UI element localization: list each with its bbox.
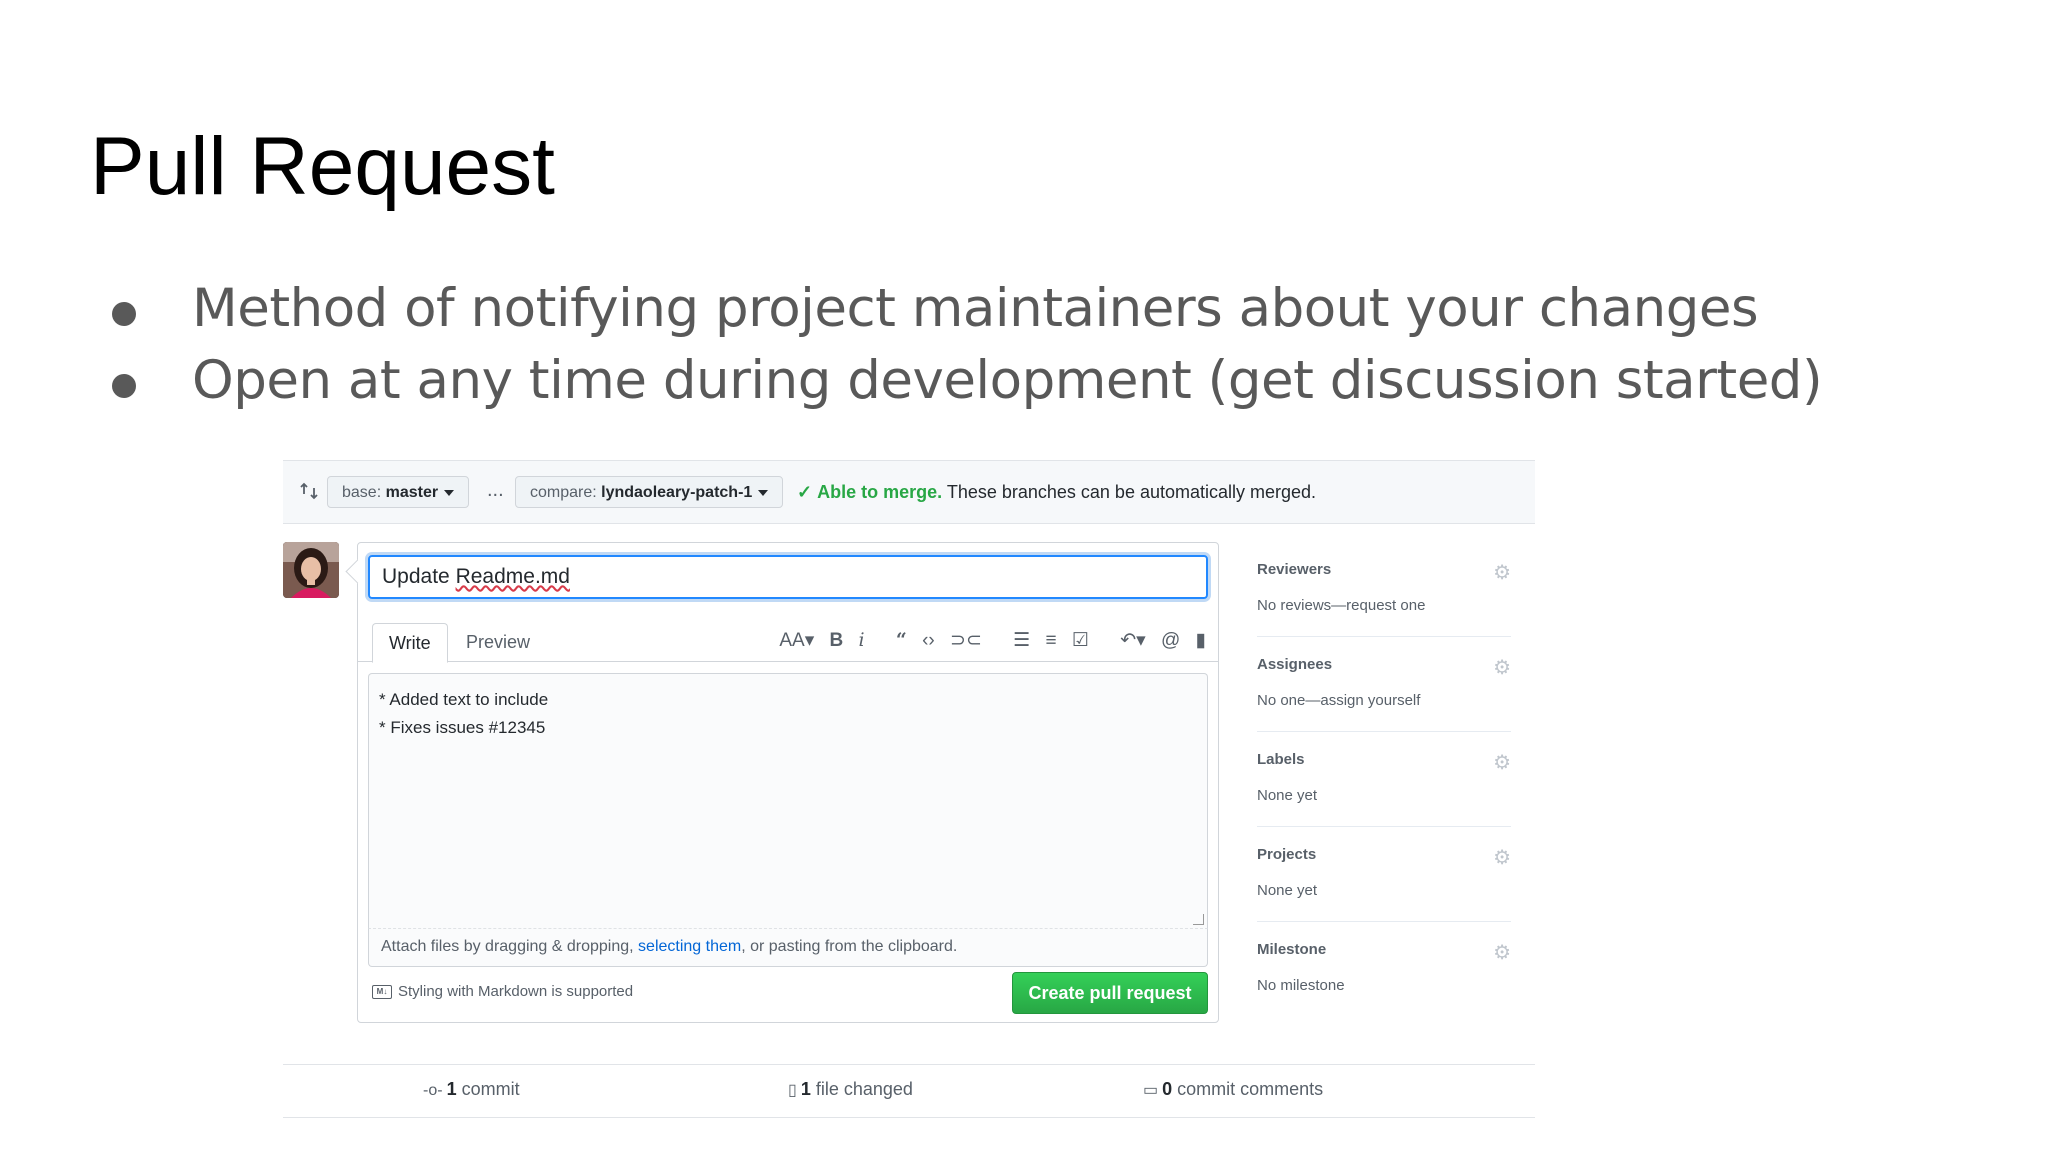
mention-icon[interactable]: @ xyxy=(1161,630,1180,652)
discussion-sidebar: Reviewers No reviews—request one ⚙ Assig… xyxy=(1257,542,1511,1016)
code-icon[interactable]: ‹› xyxy=(922,630,935,652)
base-prefix: base: xyxy=(342,484,386,501)
italic-icon[interactable]: i xyxy=(859,629,865,651)
commits-stat[interactable]: -o- 1 commit xyxy=(423,1079,520,1100)
slide-title: Pull Request xyxy=(90,121,555,212)
title-input[interactable]: Update Readme.md xyxy=(368,555,1208,599)
gear-icon[interactable]: ⚙ xyxy=(1493,750,1511,775)
commits-count: 1 xyxy=(446,1079,457,1099)
sidebar-section-milestone: Milestone No milestone ⚙ xyxy=(1257,922,1511,1016)
reply-icon[interactable]: ↶▾ xyxy=(1120,629,1145,652)
sidebar-section-reviewers: Reviewers No reviews—request one ⚙ xyxy=(1257,542,1511,637)
files-count: 1 xyxy=(800,1079,811,1099)
sidebar-value: No milestone xyxy=(1257,977,1345,994)
body-line: * Fixes issues #12345 xyxy=(379,718,546,737)
sidebar-value[interactable]: No one—assign yourself xyxy=(1257,692,1420,709)
sidebar-section-assignees: Assignees No one—assign yourself ⚙ xyxy=(1257,637,1511,732)
compare-arrows-icon xyxy=(299,481,319,501)
merge-status: ✓ Able to merge. These branches can be a… xyxy=(797,482,1316,503)
avatar[interactable] xyxy=(283,542,339,598)
compare-branch-select[interactable]: compare: lyndaoleary-patch-1 xyxy=(515,476,784,508)
check-icon: ✓ xyxy=(797,482,813,502)
sidebar-value[interactable]: No reviews—request one xyxy=(1257,597,1425,614)
title-input-word-misspelled: Readme.md xyxy=(455,565,570,588)
gear-icon[interactable]: ⚙ xyxy=(1493,940,1511,965)
chevron-down-icon xyxy=(444,489,455,496)
comments-count: 0 xyxy=(1162,1079,1173,1099)
sidebar-heading[interactable]: Labels xyxy=(1257,751,1305,768)
markdown-toolbar: AA▾ B i “ ‹› ⊃⊂ ☰ ≡ ☑ ↶▾ @ ▮ xyxy=(769,629,1206,657)
chevron-down-icon xyxy=(758,489,769,496)
sidebar-heading[interactable]: Assignees xyxy=(1257,656,1332,673)
speech-beak xyxy=(345,559,370,584)
title-input-word: Update xyxy=(382,565,456,588)
bullet-text: Open at any time during development (get… xyxy=(192,350,1823,411)
sidebar-section-projects: Projects None yet ⚙ xyxy=(1257,827,1511,922)
sidebar-heading[interactable]: Milestone xyxy=(1257,941,1326,958)
resize-handle[interactable] xyxy=(1193,914,1204,925)
base-branch-name: master xyxy=(385,484,439,501)
text-size-icon[interactable]: AA▾ xyxy=(779,629,814,652)
commit-icon: -o- xyxy=(423,1082,443,1099)
gear-icon[interactable]: ⚙ xyxy=(1493,655,1511,680)
create-pull-request-button[interactable]: Create pull request xyxy=(1012,972,1208,1014)
bullet-dot xyxy=(112,302,136,326)
quote-icon[interactable]: “ xyxy=(896,629,907,651)
compare-stats-bar: -o- 1 commit ▯ 1 file changed ▭ 0 commit co… xyxy=(283,1064,1535,1118)
gear-icon[interactable]: ⚙ xyxy=(1493,845,1511,870)
body-line: * Added text to include xyxy=(379,690,549,709)
bold-icon[interactable]: B xyxy=(830,630,844,652)
attach-text: Attach files by dragging & dropping, xyxy=(381,938,639,955)
branch-separator: ... xyxy=(487,479,504,501)
files-label: file changed xyxy=(810,1079,913,1099)
bullet-dot xyxy=(112,374,136,398)
tab-write[interactable]: Write xyxy=(372,623,448,663)
bullet-list-icon[interactable]: ☰ xyxy=(1013,629,1030,652)
comment-icon: ▭ xyxy=(1143,1082,1159,1099)
task-list-icon[interactable]: ☑ xyxy=(1072,629,1089,652)
base-branch-select[interactable]: base: master xyxy=(327,476,470,508)
pull-request-screenshot: base: master ... compare: lyndaoleary-pa… xyxy=(283,460,1537,1122)
files-stat[interactable]: ▯ 1 file changed xyxy=(788,1079,913,1100)
gear-icon[interactable]: ⚙ xyxy=(1493,560,1511,585)
markdown-note[interactable]: M↓ Styling with Markdown is supported xyxy=(372,983,633,1000)
merge-detail-text: These branches can be automatically merg… xyxy=(946,482,1317,502)
compare-branch-name: lyndaoleary-patch-1 xyxy=(601,484,753,501)
merge-ok-text: Able to merge. xyxy=(817,482,943,502)
compare-bar: base: master ... compare: lyndaoleary-pa… xyxy=(283,460,1535,524)
body-textarea[interactable]: * Added text to include * Fixes issues #… xyxy=(368,673,1208,929)
link-icon[interactable]: ⊃⊂ xyxy=(950,629,982,652)
sidebar-value: None yet xyxy=(1257,787,1318,804)
selecting-them-link[interactable]: selecting them xyxy=(638,938,741,955)
comments-stat[interactable]: ▭ 0 commit comments xyxy=(1143,1079,1323,1100)
bookmark-icon[interactable]: ▮ xyxy=(1196,629,1206,652)
sidebar-value: None yet xyxy=(1257,882,1318,899)
comments-label: commit comments xyxy=(1172,1079,1324,1099)
file-diff-icon: ▯ xyxy=(788,1082,797,1099)
numbered-list-icon[interactable]: ≡ xyxy=(1046,630,1057,652)
markdown-icon: M↓ xyxy=(372,985,392,1000)
attach-files-bar[interactable]: Attach files by dragging & dropping, sel… xyxy=(368,929,1208,967)
commits-label: commit xyxy=(456,1079,520,1099)
bullet-text: Method of notifying project maintainers … xyxy=(192,278,1759,339)
attach-text-end: , or pasting from the clipboard. xyxy=(741,938,958,955)
sidebar-section-labels: Labels None yet ⚙ xyxy=(1257,732,1511,827)
sidebar-heading[interactable]: Projects xyxy=(1257,846,1316,863)
editor-tabs: Write Preview AA▾ B i “ ‹› ⊃⊂ ☰ ≡ ☑ ↶▾ @… xyxy=(358,613,1218,663)
compare-prefix: compare: xyxy=(530,484,602,501)
tab-preview[interactable]: Preview xyxy=(450,623,546,661)
markdown-note-text: Styling with Markdown is supported xyxy=(398,983,634,1000)
sidebar-heading[interactable]: Reviewers xyxy=(1257,561,1331,578)
pull-request-form: Update Readme.md Write Preview AA▾ B i “… xyxy=(345,542,1219,1023)
